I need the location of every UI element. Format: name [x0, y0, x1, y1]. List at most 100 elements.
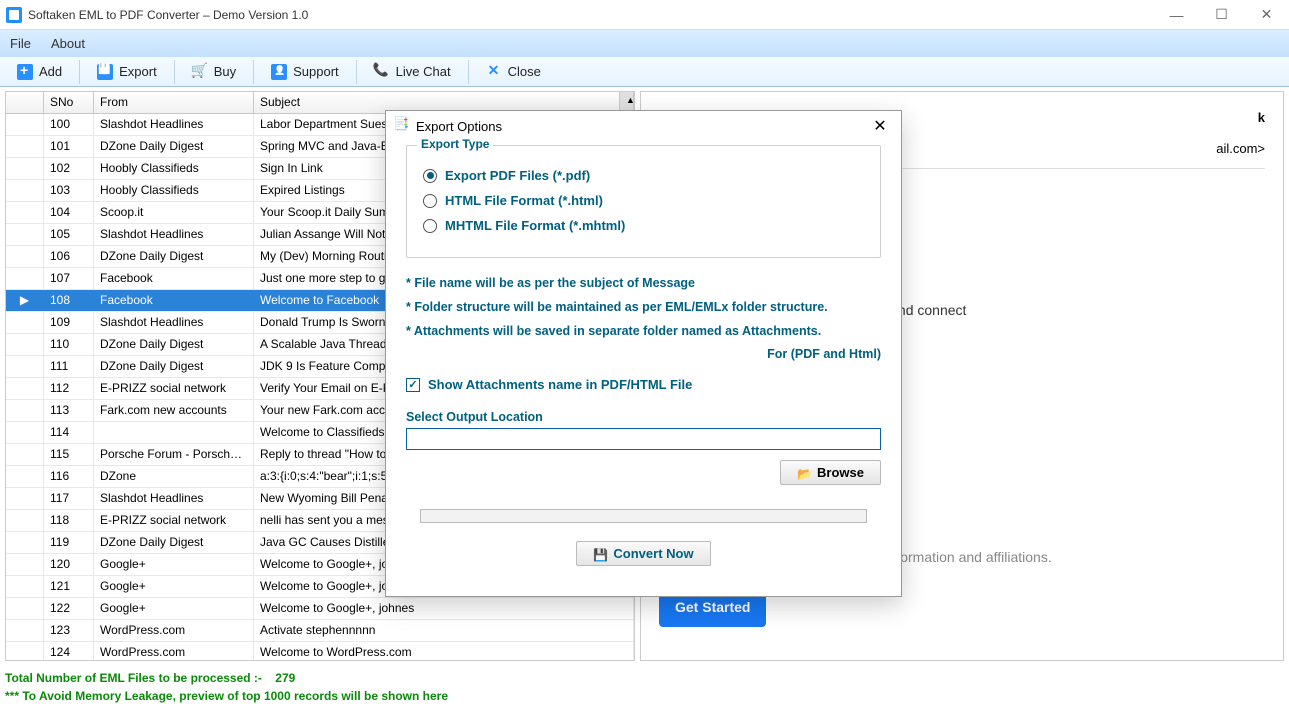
close-label: Close: [508, 64, 541, 79]
buy-label: Buy: [214, 64, 236, 79]
note-line: * Folder structure will be maintained as…: [406, 296, 881, 320]
separator: [253, 60, 254, 84]
cell-sno: 110: [44, 334, 94, 355]
note-line: * File name will be as per the subject o…: [406, 272, 881, 296]
radio-html[interactable]: HTML File Format (*.html): [423, 193, 864, 208]
menu-about[interactable]: About: [51, 36, 85, 51]
cell-sno: 117: [44, 488, 94, 509]
livechat-label: Live Chat: [396, 64, 451, 79]
footer-count: 279: [275, 671, 295, 685]
cell-from: DZone Daily Digest: [94, 136, 254, 157]
convert-now-button[interactable]: Convert Now: [576, 541, 710, 566]
menu-file[interactable]: File: [10, 36, 31, 51]
export-options-dialog: Export Options ✕ Export Type Export PDF …: [385, 110, 902, 597]
col-sno[interactable]: SNo: [44, 92, 94, 113]
cell-subject: Activate stephennnnn: [254, 620, 634, 641]
table-row[interactable]: 123WordPress.comActivate stephennnnn: [6, 620, 634, 642]
cell-sno: 109: [44, 312, 94, 333]
cart-icon: [192, 64, 208, 80]
folder-icon: [797, 466, 811, 480]
row-indicator: [6, 620, 44, 641]
dialog-notes: * File name will be as per the subject o…: [406, 272, 881, 367]
cell-sno: 118: [44, 510, 94, 531]
note-line: * Attachments will be saved in separate …: [406, 320, 881, 344]
row-indicator: [6, 444, 44, 465]
dialog-close-button[interactable]: ✕: [867, 116, 893, 136]
cell-from: Fark.com new accounts: [94, 400, 254, 421]
cell-sno: 108: [44, 290, 94, 311]
titlebar: Softaken EML to PDF Converter – Demo Ver…: [0, 0, 1289, 30]
cell-from: Porsche Forum - Porsche Ent...: [94, 444, 254, 465]
cell-from: E-PRIZZ social network: [94, 510, 254, 531]
dialog-body: Export Type Export PDF Files (*.pdf) HTM…: [386, 141, 901, 596]
cell-from: Facebook: [94, 290, 254, 311]
radio-pdf[interactable]: Export PDF Files (*.pdf): [423, 168, 864, 183]
cell-sno: 120: [44, 554, 94, 575]
cell-from: Slashdot Headlines: [94, 312, 254, 333]
cell-sno: 106: [44, 246, 94, 267]
browse-label: Browse: [817, 465, 864, 480]
maximize-button[interactable]: ☐: [1199, 0, 1244, 30]
export-button[interactable]: Export: [86, 59, 168, 85]
cell-sno: 103: [44, 180, 94, 201]
checkbox-label: Show Attachments name in PDF/HTML File: [428, 377, 692, 392]
fieldset-legend: Export Type: [417, 137, 493, 151]
support-label: Support: [293, 64, 339, 79]
cell-sno: 102: [44, 158, 94, 179]
row-indicator: [6, 488, 44, 509]
row-indicator: ▶: [6, 290, 44, 311]
cell-sno: 113: [44, 400, 94, 421]
radio-label: Export PDF Files (*.pdf): [445, 168, 590, 183]
radio-icon: [423, 194, 437, 208]
minimize-button[interactable]: —: [1154, 0, 1199, 30]
row-indicator: [6, 180, 44, 201]
export-type-fieldset: Export Type Export PDF Files (*.pdf) HTM…: [406, 145, 881, 258]
col-from[interactable]: From: [94, 92, 254, 113]
cell-from: Hoobly Classifieds: [94, 180, 254, 201]
export-icon: [97, 64, 113, 80]
output-location-input[interactable]: [406, 428, 881, 450]
cell-from: DZone Daily Digest: [94, 334, 254, 355]
cell-sno: 116: [44, 466, 94, 487]
cell-from: DZone Daily Digest: [94, 246, 254, 267]
row-indicator: [6, 466, 44, 487]
cell-sno: 100: [44, 114, 94, 135]
cell-from: Slashdot Headlines: [94, 224, 254, 245]
cell-from: [94, 422, 254, 443]
cell-from: Slashdot Headlines: [94, 488, 254, 509]
buy-button[interactable]: Buy: [181, 59, 247, 85]
cell-sno: 115: [44, 444, 94, 465]
row-indicator: [6, 422, 44, 443]
cell-from: Slashdot Headlines: [94, 114, 254, 135]
convert-label: Convert Now: [613, 546, 693, 561]
row-indicator: [6, 312, 44, 333]
row-indicator: [6, 400, 44, 421]
cell-from: Scoop.it: [94, 202, 254, 223]
dialog-title: Export Options: [416, 119, 502, 134]
row-indicator: [6, 510, 44, 531]
show-attachments-checkbox[interactable]: ✓ Show Attachments name in PDF/HTML File: [406, 377, 881, 392]
row-indicator: [6, 598, 44, 619]
cell-from: DZone: [94, 466, 254, 487]
close-icon: [486, 64, 502, 80]
cell-sno: 105: [44, 224, 94, 245]
livechat-button[interactable]: Live Chat: [363, 59, 462, 85]
table-row[interactable]: 124WordPress.comWelcome to WordPress.com: [6, 642, 634, 660]
radio-mhtml[interactable]: MHTML File Format (*.mhtml): [423, 218, 864, 233]
cell-sno: 107: [44, 268, 94, 289]
dialog-icon: [394, 118, 410, 134]
radio-label: HTML File Format (*.html): [445, 193, 603, 208]
cell-subject: Welcome to WordPress.com: [254, 642, 634, 660]
row-indicator: [6, 158, 44, 179]
cell-from: Google+: [94, 554, 254, 575]
close-button[interactable]: Close: [475, 59, 552, 85]
toolbar: Add Export Buy Support Live Chat Close: [0, 57, 1289, 87]
separator: [468, 60, 469, 84]
separator: [356, 60, 357, 84]
browse-button[interactable]: Browse: [780, 460, 881, 485]
cell-subject: Welcome to Google+, johnes: [254, 598, 634, 619]
add-button[interactable]: Add: [6, 59, 73, 85]
table-row[interactable]: 122Google+Welcome to Google+, johnes: [6, 598, 634, 620]
close-window-button[interactable]: ✕: [1244, 0, 1289, 30]
support-button[interactable]: Support: [260, 59, 350, 85]
